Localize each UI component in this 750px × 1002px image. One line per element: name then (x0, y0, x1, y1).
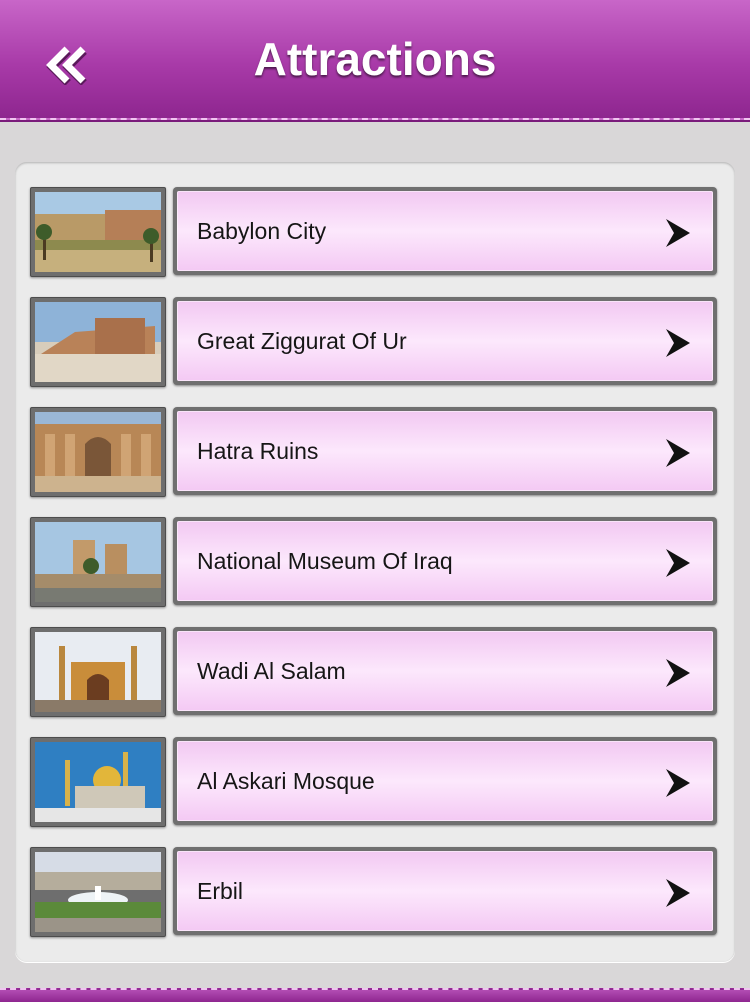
list-item: Great Ziggurat Of Ur (15, 297, 735, 387)
attraction-item-button[interactable]: Great Ziggurat Of Ur (173, 297, 717, 385)
attraction-item-label: Hatra Ruins (197, 438, 319, 464)
page-title: Attractions (253, 33, 497, 85)
attraction-item-label: Al Askari Mosque (197, 768, 375, 794)
list-item: Hatra Ruins (15, 407, 735, 497)
attraction-item-button[interactable]: Al Askari Mosque (173, 737, 717, 825)
chevron-right-icon (666, 439, 690, 467)
chevron-right-icon (666, 659, 690, 687)
national-museum-thumbnail[interactable] (30, 517, 166, 607)
chevron-right-icon (666, 549, 690, 577)
al-askari-mosque-thumbnail[interactable] (30, 737, 166, 827)
chevron-right-icon (666, 329, 690, 357)
attractions-list: Babylon City Great Ziggurat Of Ur Hatra … (15, 162, 735, 962)
attraction-item-label: Babylon City (197, 218, 327, 244)
erbil-thumbnail[interactable] (30, 847, 166, 937)
attraction-item-button[interactable]: Babylon City (173, 187, 717, 275)
babylon-city-thumbnail[interactable] (30, 187, 166, 277)
attraction-item-label: Great Ziggurat Of Ur (197, 328, 407, 354)
list-item: Wadi Al Salam (15, 627, 735, 717)
attraction-item-label: Erbil (197, 878, 244, 904)
list-item: Erbil (15, 847, 735, 937)
wadi-al-salam-thumbnail[interactable] (30, 627, 166, 717)
attraction-item-button[interactable]: Hatra Ruins (173, 407, 717, 495)
attraction-item-label: Wadi Al Salam (197, 658, 346, 684)
hatra-ruins-thumbnail[interactable] (30, 407, 166, 497)
attraction-item-label: National Museum Of Iraq (197, 548, 453, 574)
chevron-right-icon (666, 219, 690, 247)
chevron-right-icon (666, 769, 690, 797)
header-bar: Attractions (0, 0, 750, 120)
chevron-right-icon (666, 879, 690, 907)
attraction-item-button[interactable]: Erbil (173, 847, 717, 935)
attraction-item-button[interactable]: National Museum Of Iraq (173, 517, 717, 605)
list-item: Al Askari Mosque (15, 737, 735, 827)
attraction-item-button[interactable]: Wadi Al Salam (173, 627, 717, 715)
great-ziggurat-thumbnail[interactable] (30, 297, 166, 387)
list-item: National Museum Of Iraq (15, 517, 735, 607)
list-item: Babylon City (15, 187, 735, 277)
